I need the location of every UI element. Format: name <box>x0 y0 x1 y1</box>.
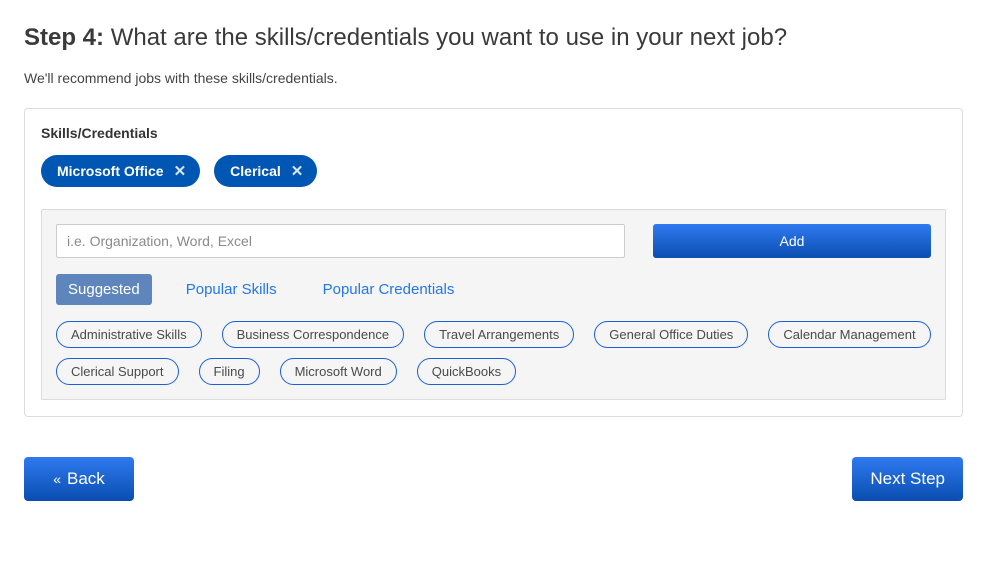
selected-tag[interactable]: Microsoft Office ✕ <box>41 155 200 187</box>
suggestion-chip[interactable]: QuickBooks <box>417 358 516 385</box>
close-icon[interactable]: ✕ <box>291 164 304 179</box>
suggestion-chip[interactable]: Travel Arrangements <box>424 321 574 348</box>
tag-label: Clerical <box>230 163 281 179</box>
back-label: Back <box>67 469 105 489</box>
tab-suggested[interactable]: Suggested <box>56 274 152 305</box>
step-question: What are the skills/credentials you want… <box>111 24 787 51</box>
tabs: Suggested Popular Skills Popular Credent… <box>56 274 931 305</box>
skills-card: Skills/Credentials Microsoft Office ✕ Cl… <box>24 108 963 417</box>
input-row: Add <box>56 224 931 258</box>
suggestion-chip[interactable]: General Office Duties <box>594 321 748 348</box>
skill-input[interactable] <box>56 224 625 258</box>
suggestion-chip[interactable]: Business Correspondence <box>222 321 404 348</box>
tag-label: Microsoft Office <box>57 163 164 179</box>
add-button[interactable]: Add <box>653 224 931 258</box>
suggestion-chip[interactable]: Administrative Skills <box>56 321 202 348</box>
next-label: Next Step <box>870 469 945 489</box>
back-button[interactable]: « Back <box>24 457 134 501</box>
suggestion-chip[interactable]: Microsoft Word <box>280 358 397 385</box>
suggestion-chip[interactable]: Clerical Support <box>56 358 179 385</box>
step-label: Step 4: <box>24 24 104 51</box>
next-step-button[interactable]: Next Step <box>852 457 963 501</box>
suggestions-list: Administrative Skills Business Correspon… <box>56 321 931 385</box>
card-title: Skills/Credentials <box>41 125 946 141</box>
chevron-left-icon: « <box>53 472 61 486</box>
page-subtitle: We'll recommend jobs with these skills/c… <box>24 70 963 86</box>
page-heading: Step 4: What are the skills/credentials … <box>24 24 963 52</box>
suggestion-chip[interactable]: Calendar Management <box>768 321 930 348</box>
tab-popular-credentials[interactable]: Popular Credentials <box>311 274 467 305</box>
selected-tags: Microsoft Office ✕ Clerical ✕ <box>41 155 946 187</box>
nav-buttons: « Back Next Step <box>24 457 963 501</box>
suggestion-chip[interactable]: Filing <box>199 358 260 385</box>
selected-tag[interactable]: Clerical ✕ <box>214 155 317 187</box>
suggestion-panel: Add Suggested Popular Skills Popular Cre… <box>41 209 946 400</box>
close-icon[interactable]: ✕ <box>174 164 187 179</box>
tab-popular-skills[interactable]: Popular Skills <box>174 274 289 305</box>
